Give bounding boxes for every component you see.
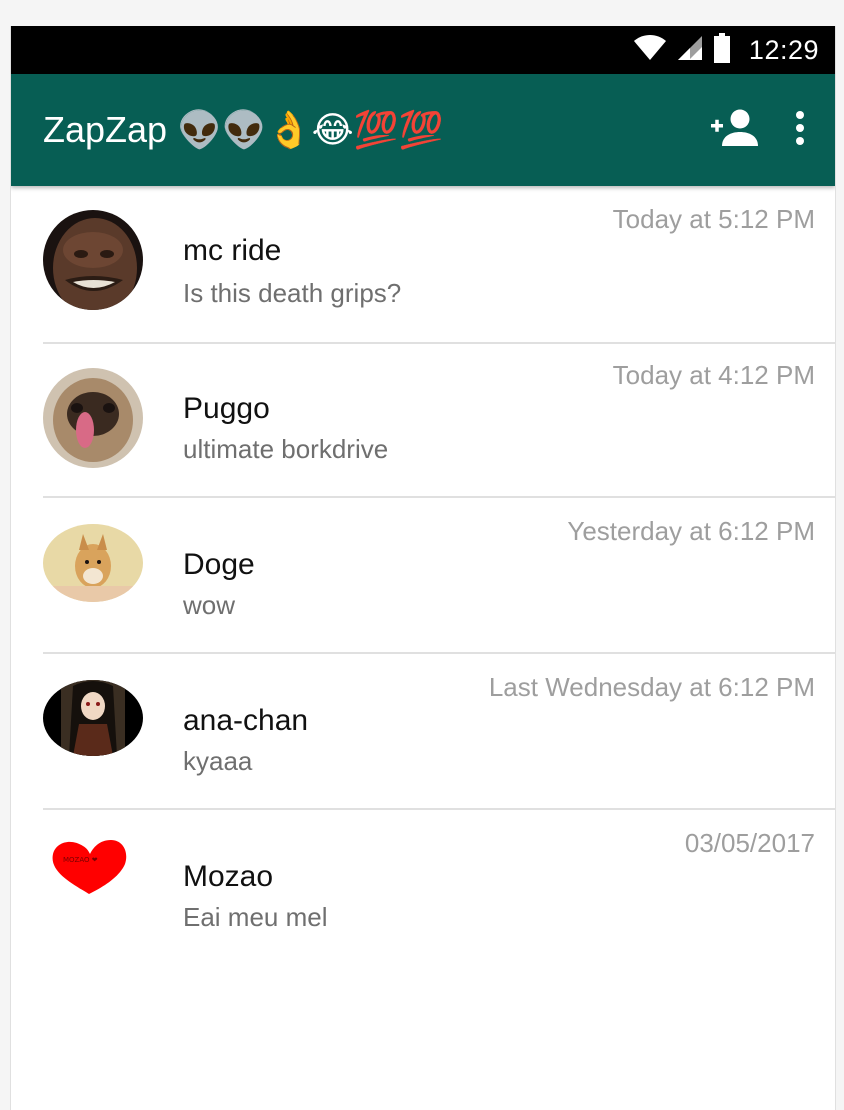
app-title-emojis: 👽👽👌😂💯💯	[177, 110, 444, 151]
avatar[interactable]	[43, 680, 143, 756]
status-time: 12:29	[748, 34, 819, 65]
cell-signal-icon	[677, 35, 703, 65]
chat-name: Mozao	[183, 860, 274, 893]
overflow-menu-icon	[795, 110, 805, 150]
avatar[interactable]: MOZAO ❤	[43, 836, 143, 936]
status-icons: 12:29	[633, 26, 819, 74]
chat-item-puggo[interactable]: Puggo ultimate borkdrive Today at 4:12 P…	[11, 342, 835, 498]
status-bar: 12:29	[11, 26, 835, 74]
heart-caption: MOZAO ❤	[63, 856, 98, 864]
phone-screen: 12:29 ZapZap 👽👽👌😂💯💯 mc ride Is this deat…	[10, 26, 836, 1110]
chat-last-message: ultimate borkdrive	[183, 434, 389, 464]
chat-timestamp: 03/05/2017	[684, 828, 815, 858]
chat-item-doge[interactable]: Doge wow Yesterday at 6:12 PM	[11, 498, 835, 654]
chat-timestamp: Last Wednesday at 6:12 PM	[488, 672, 815, 702]
wifi-icon	[633, 35, 667, 65]
chat-item-mozao[interactable]: MOZAO ❤ Mozao Eai meu mel 03/05/2017	[11, 810, 835, 966]
avatar[interactable]	[43, 524, 143, 602]
chat-last-message: wow	[183, 590, 236, 620]
app-title: ZapZap 👽👽👌😂💯💯	[43, 74, 443, 186]
app-bar: ZapZap 👽👽👌😂💯💯	[11, 74, 835, 186]
chat-last-message: Eai meu mel	[183, 902, 328, 932]
add-contact-button[interactable]	[709, 108, 759, 152]
avatar[interactable]	[43, 368, 143, 468]
chat-name: ana-chan	[183, 704, 309, 737]
chat-last-message: Is this death grips?	[183, 278, 402, 308]
chat-timestamp: Today at 4:12 PM	[612, 360, 815, 390]
battery-icon	[713, 33, 731, 67]
chat-list: mc ride Is this death grips? Today at 5:…	[11, 186, 835, 966]
app-title-text: ZapZap	[43, 109, 168, 150]
chat-item-ana-chan[interactable]: ana-chan kyaaa Last Wednesday at 6:12 PM	[11, 654, 835, 810]
overflow-menu-button[interactable]	[795, 110, 805, 150]
chat-timestamp: Today at 5:12 PM	[612, 204, 815, 234]
add-contact-icon	[709, 108, 759, 152]
chat-name: mc ride	[183, 234, 282, 267]
chat-timestamp: Yesterday at 6:12 PM	[567, 516, 815, 546]
chat-name: Doge	[183, 548, 255, 581]
avatar[interactable]	[43, 210, 143, 310]
chat-item-mc-ride[interactable]: mc ride Is this death grips? Today at 5:…	[11, 186, 835, 344]
chat-name: Puggo	[183, 392, 270, 425]
app-bar-actions	[709, 74, 805, 186]
chat-last-message: kyaaa	[183, 746, 253, 776]
